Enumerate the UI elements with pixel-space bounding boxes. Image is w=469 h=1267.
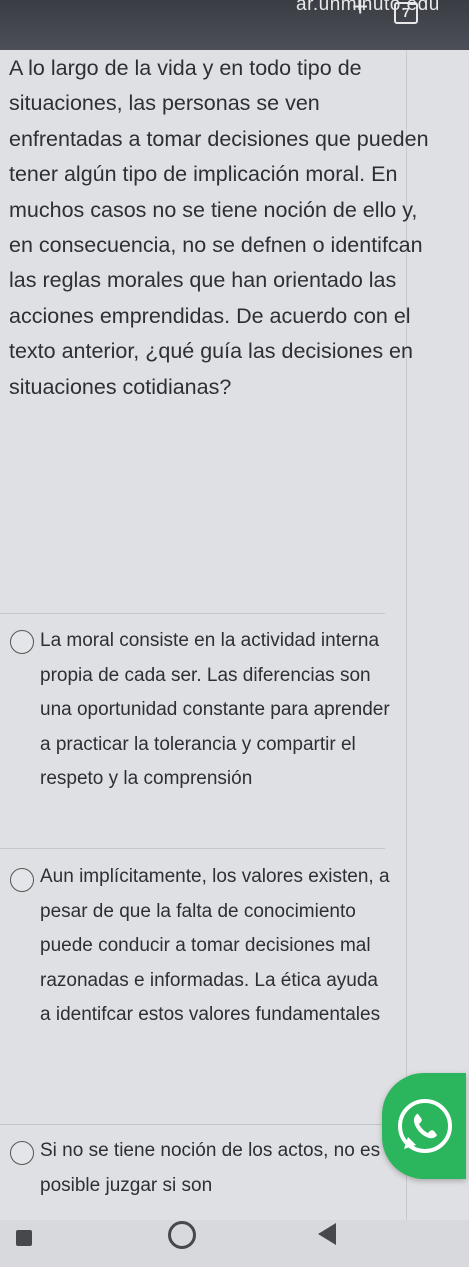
divider bbox=[0, 613, 385, 614]
browser-top-bar: ar.unminuto.edu + 7 bbox=[0, 0, 469, 50]
whatsapp-floating-button[interactable] bbox=[382, 1073, 466, 1179]
home-icon[interactable] bbox=[168, 1221, 196, 1249]
option-c-text: Si no se tiene noción de los actos, no e… bbox=[40, 1140, 381, 1196]
option-b-text: Aun implícitamente, los valores existen,… bbox=[40, 866, 390, 1025]
back-icon[interactable] bbox=[318, 1223, 336, 1245]
radio-button-c[interactable] bbox=[10, 1141, 34, 1165]
radio-button-b[interactable] bbox=[10, 868, 34, 892]
recent-apps-icon[interactable] bbox=[16, 1230, 32, 1246]
radio-button-a[interactable] bbox=[10, 630, 34, 654]
question-text: A lo largo de la vida y en todo tipo de … bbox=[9, 56, 429, 399]
divider bbox=[0, 848, 385, 849]
option-a-text: La moral consiste en la actividad intern… bbox=[40, 630, 390, 789]
plus-icon[interactable]: + bbox=[352, 0, 368, 22]
quiz-content: A lo largo de la vida y en todo tipo de … bbox=[0, 50, 469, 1220]
tabs-counter-icon[interactable]: 7 bbox=[394, 2, 418, 24]
whatsapp-icon bbox=[398, 1099, 452, 1153]
android-navigation-bar bbox=[0, 1220, 469, 1267]
divider bbox=[0, 1124, 385, 1125]
